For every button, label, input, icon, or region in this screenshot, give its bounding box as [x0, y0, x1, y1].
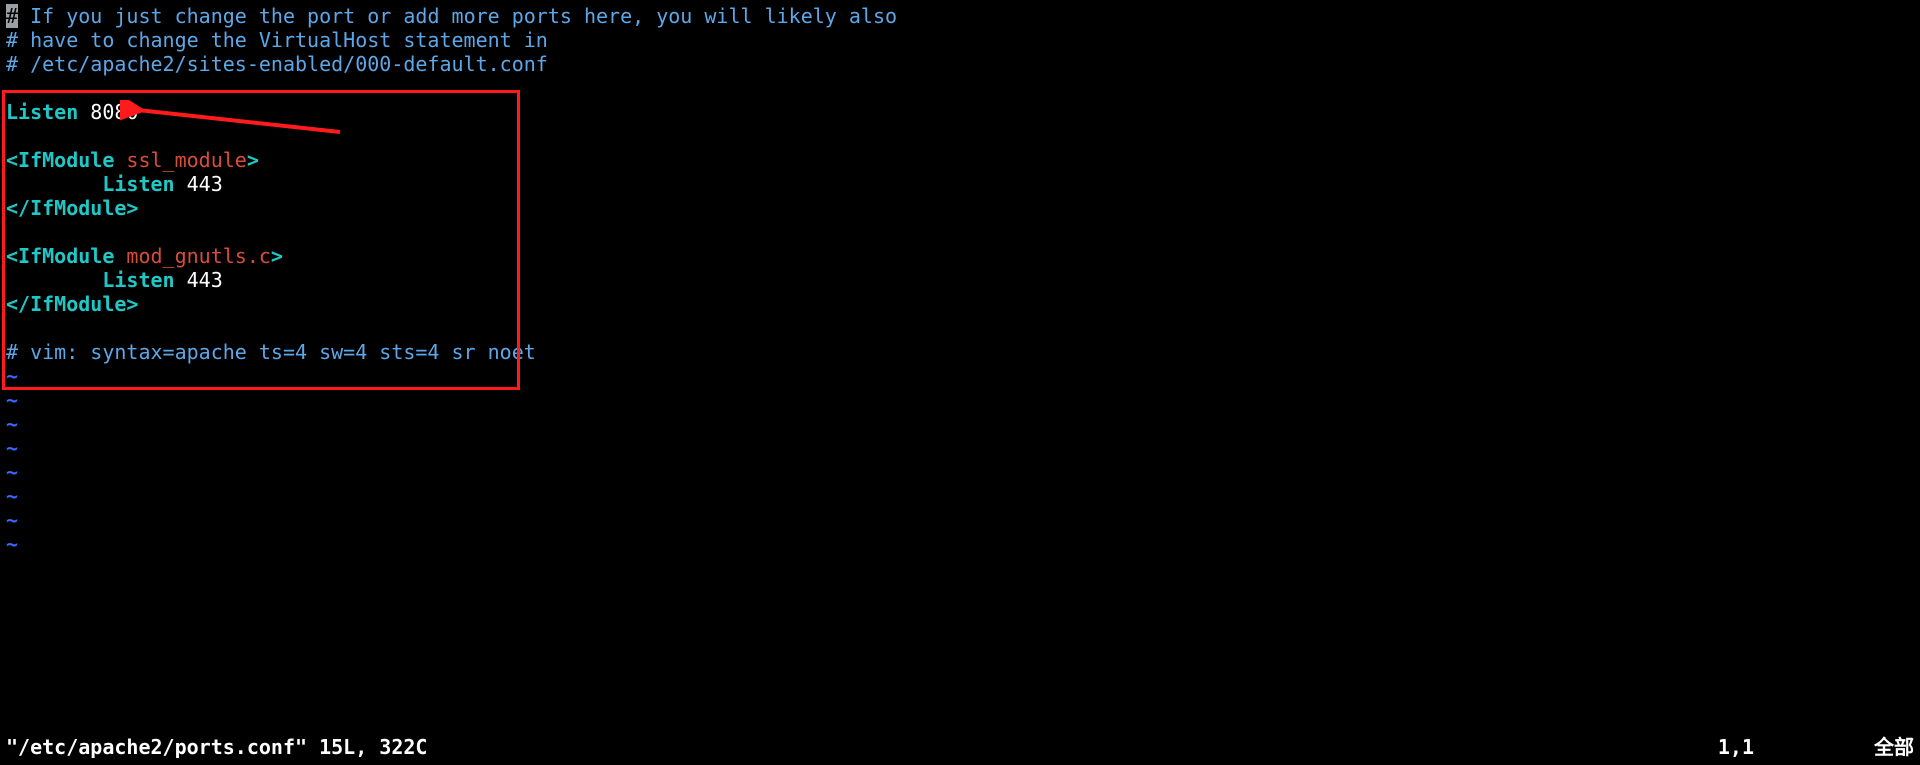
status-scroll: 全部 [1874, 735, 1914, 759]
comment-text: If you just change the port or add more … [18, 4, 897, 28]
tilde-line: ~ [6, 388, 1914, 412]
angle-open: < [6, 244, 18, 268]
tilde-line: ~ [6, 436, 1914, 460]
status-position: 1,1 [1718, 735, 1754, 759]
angle-close: > [271, 244, 283, 268]
keyword-ifmodule: IfModule [30, 196, 126, 220]
keyword-listen: Listen [102, 172, 174, 196]
tilde-line: ~ [6, 364, 1914, 388]
angle-close: > [126, 292, 138, 316]
port-value: 8080 [90, 100, 138, 124]
code-line: # vim: syntax=apache ts=4 sw=4 sts=4 sr … [6, 340, 1914, 364]
tilde-line: ~ [6, 508, 1914, 532]
code-line: <IfModule ssl_module> [6, 148, 1914, 172]
angle-open: < [6, 148, 18, 172]
blank-line [6, 124, 1914, 148]
code-line: Listen 443 [6, 172, 1914, 196]
keyword-ifmodule: IfModule [18, 244, 114, 268]
angle-open: </ [6, 292, 30, 316]
code-line: Listen 8080 [6, 100, 1914, 124]
comment-text: # vim: syntax=apache ts=4 sw=4 sts=4 sr … [6, 340, 536, 364]
tilde-line: ~ [6, 460, 1914, 484]
tilde-line: ~ [6, 412, 1914, 436]
port-value: 443 [187, 268, 223, 292]
cursor: # [6, 4, 18, 28]
module-name: ssl_module [126, 148, 246, 172]
comment-text: # have to change the VirtualHost stateme… [6, 28, 548, 52]
keyword-listen: Listen [6, 100, 78, 124]
terminal-viewport[interactable]: # If you just change the port or add mor… [0, 0, 1920, 765]
code-line: </IfModule> [6, 292, 1914, 316]
tilde-line: ~ [6, 484, 1914, 508]
keyword-listen: Listen [102, 268, 174, 292]
keyword-ifmodule: IfModule [30, 292, 126, 316]
blank-line [6, 76, 1914, 100]
port-value: 443 [187, 172, 223, 196]
status-bar: "/etc/apache2/ports.conf" 15L, 322C 1,1 … [6, 735, 1914, 759]
code-line: # /etc/apache2/sites-enabled/000-default… [6, 52, 1914, 76]
keyword-ifmodule: IfModule [18, 148, 114, 172]
code-line: Listen 443 [6, 268, 1914, 292]
tilde-line: ~ [6, 532, 1914, 556]
blank-line [6, 316, 1914, 340]
angle-close: > [126, 196, 138, 220]
angle-open: </ [6, 196, 30, 220]
comment-text: # /etc/apache2/sites-enabled/000-default… [6, 52, 548, 76]
blank-line [6, 220, 1914, 244]
code-line: # have to change the VirtualHost stateme… [6, 28, 1914, 52]
code-line: <IfModule mod_gnutls.c> [6, 244, 1914, 268]
status-file: "/etc/apache2/ports.conf" 15L, 322C [6, 735, 427, 759]
angle-close: > [247, 148, 259, 172]
code-line: </IfModule> [6, 196, 1914, 220]
code-line: # If you just change the port or add mor… [6, 4, 1914, 28]
module-name: mod_gnutls.c [126, 244, 271, 268]
